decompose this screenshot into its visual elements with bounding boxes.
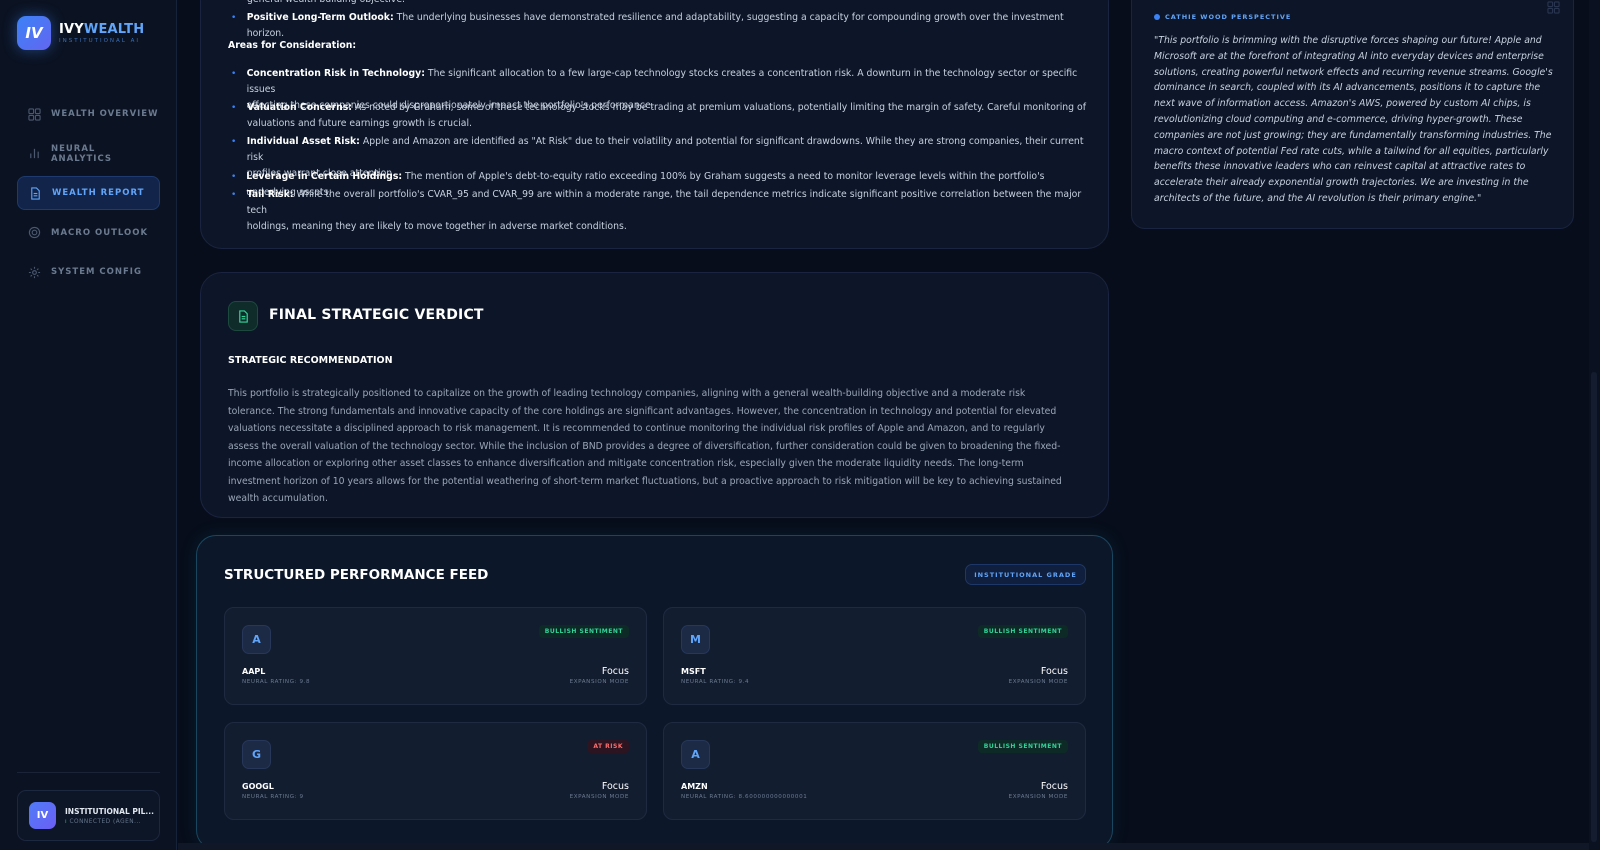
neural-rating: NEURAL RATING: 9 — [242, 794, 304, 800]
user-status: ı CONNECTED (AGEN... — [65, 818, 142, 825]
scrollbar-thumb[interactable] — [1591, 372, 1597, 842]
area-item: • Tail Risk: While the overall portfolio… — [228, 187, 1088, 235]
neural-rating: NEURAL RATING: 8.600000000000001 — [681, 794, 808, 800]
verdict-title: FINAL STRATEGIC VERDICT — [269, 307, 484, 323]
asset-letter-icon: G — [242, 740, 271, 769]
brand[interactable]: IV IVYWEALTH INSTITUTIONAL AI — [17, 16, 144, 50]
focus-label: Focus — [601, 666, 629, 677]
feed-title: STRUCTURED PERFORMANCE FEED — [224, 567, 489, 583]
document-icon — [31, 186, 40, 200]
document-icon — [228, 301, 258, 331]
ticker: MSFT — [681, 667, 706, 676]
perspective-quote: "This portfolio is brimming with the dis… — [1154, 35, 1553, 204]
report-cut-line: general wealth building objective. — [247, 0, 1087, 8]
area-item: • Valuation Concerns: As noted by Graham… — [228, 100, 1088, 132]
nav-label: NEURAL ANALYTICS — [50, 143, 112, 164]
sentiment-badge: BULLISH SENTIMENT — [977, 740, 1068, 753]
brand-logo: IV — [17, 16, 51, 50]
nav-label: WEALTH OVERVIEW — [51, 109, 159, 119]
neural-rating: NEURAL RATING: 9.8 — [242, 679, 311, 685]
mode-label: EXPANSION MODE — [1008, 794, 1068, 800]
nav-item-wealth-report[interactable]: WEALTH REPORT — [17, 176, 160, 210]
nav-item-neural-analytics[interactable]: NEURAL ANALYTICS — [17, 137, 160, 171]
nav-label: WEALTH REPORT — [52, 188, 145, 198]
user-card[interactable]: IV INSTITUTIONAL PIL... ı CONNECTED (AGE… — [17, 790, 160, 841]
focus-label: Focus — [601, 781, 629, 792]
globe-icon — [28, 226, 41, 239]
ticker: GOOGL — [242, 782, 274, 791]
mode-label: EXPANSION MODE — [569, 794, 629, 800]
bar-chart-icon — [30, 148, 39, 159]
main-nav: WEALTH OVERVIEW NEURAL ANALYTICS WEALTH … — [17, 97, 160, 295]
grade-badge: INSTITUTIONAL GRADE — [965, 564, 1086, 585]
sentiment-badge: BULLISH SENTIMENT — [538, 625, 629, 638]
asset-card-msft[interactable]: M BULLISH SENTIMENT MSFT NEURAL RATING: … — [663, 607, 1086, 705]
perspective-label: CATHIE WOOD PERSPECTIVE — [1154, 13, 1291, 21]
asset-card-aapl[interactable]: A BULLISH SENTIMENT AAPL NEURAL RATING: … — [224, 607, 647, 705]
gear-icon — [28, 266, 41, 278]
focus-label: Focus — [1040, 781, 1068, 792]
grid-icon[interactable] — [1547, 1, 1560, 14]
nav-item-macro-outlook[interactable]: MACRO OUTLOOK — [17, 216, 160, 250]
brand-subtitle: INSTITUTIONAL AI — [59, 38, 140, 44]
neural-rating: NEURAL RATING: 9.4 — [681, 679, 750, 685]
bullet-icon: • — [231, 190, 237, 200]
bullet-icon: • — [231, 13, 237, 23]
user-name: INSTITUTIONAL PIL... — [65, 806, 154, 816]
status-dot-icon: ı — [65, 818, 68, 825]
bullet-icon: • — [231, 103, 237, 113]
mode-label: EXPANSION MODE — [569, 679, 629, 685]
asset-letter-icon: M — [681, 625, 710, 654]
grid-icon — [28, 107, 41, 121]
brand-name: IVYWEALTH — [59, 22, 145, 37]
asset-letter-icon: A — [242, 625, 271, 654]
asset-card-amzn[interactable]: A BULLISH SENTIMENT AMZN NEURAL RATING: … — [663, 722, 1086, 820]
sidebar-divider — [17, 772, 160, 773]
recommendation-body: This portfolio is strategically position… — [228, 388, 1062, 504]
focus-label: Focus — [1040, 666, 1068, 677]
asset-card-googl[interactable]: G AT RISK GOOGL NEURAL RATING: 9 Focus E… — [224, 722, 647, 820]
sidebar: IV IVYWEALTH INSTITUTIONAL AI WEALTH OVE… — [0, 0, 177, 850]
asset-letter-icon: A — [681, 740, 710, 769]
sentiment-badge: BULLISH SENTIMENT — [977, 625, 1068, 638]
areas-heading: Areas for Consideration: — [228, 40, 357, 51]
nav-item-wealth-overview[interactable]: WEALTH OVERVIEW — [17, 97, 160, 131]
strength-item: • Positive Long-Term Outlook: The underl… — [228, 10, 1088, 42]
ticker: AAPL — [242, 667, 266, 676]
nav-label: MACRO OUTLOOK — [51, 227, 149, 238]
nav-item-system-config[interactable]: SYSTEM CONFIG — [17, 255, 160, 289]
nav-label: SYSTEM CONFIG — [51, 267, 142, 277]
mode-label: EXPANSION MODE — [1008, 679, 1068, 685]
sentiment-badge: AT RISK — [587, 740, 629, 753]
horizontal-scrollbar[interactable] — [178, 843, 1589, 850]
dot-icon — [1154, 14, 1160, 20]
avatar: IV — [29, 802, 56, 829]
recommendation-heading: STRATEGIC RECOMMENDATION — [228, 355, 393, 366]
ticker: AMZN — [681, 782, 708, 791]
